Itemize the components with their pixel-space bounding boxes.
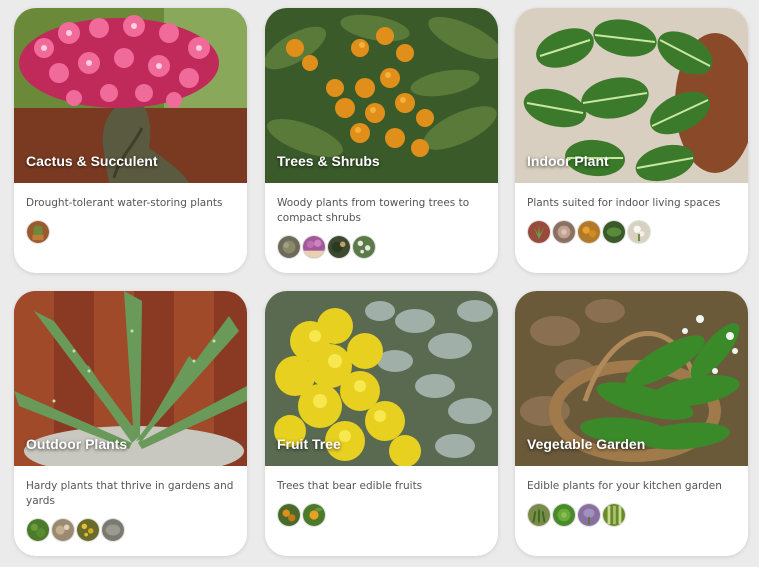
- white-flower-shrub-thumbnail[interactable]: [352, 235, 376, 259]
- seedlings-thumbnail[interactable]: [527, 503, 551, 527]
- citrus-thumbnail[interactable]: [302, 503, 326, 527]
- cactus-pot-thumbnail[interactable]: [26, 220, 50, 244]
- category-title: Fruit Tree: [277, 436, 341, 452]
- leafy-plant-thumbnail[interactable]: [602, 220, 626, 244]
- category-description: Edible plants for your kitchen garden: [527, 480, 722, 492]
- category-title: Trees & Shrubs: [277, 153, 380, 169]
- marigold-thumbnail[interactable]: [577, 220, 601, 244]
- loquat-tree-photo: Trees & Shrubs: [265, 8, 498, 183]
- thumbnail-list: [277, 235, 486, 259]
- category-card-outdoor-plants[interactable]: Outdoor Plants Hardy plants that thrive …: [14, 291, 247, 556]
- category-card-vegetable-garden[interactable]: Vegetable Garden Edible plants for your …: [515, 291, 748, 556]
- category-card-trees-shrubs[interactable]: Trees & Shrubs Woody plants from towerin…: [265, 8, 498, 273]
- white-orchid-thumbnail[interactable]: [627, 220, 651, 244]
- category-description: Plants suited for indoor living spaces: [527, 197, 721, 209]
- calathea-photo: Indoor Plant: [515, 8, 748, 183]
- thumbnail-list: [527, 220, 736, 244]
- heather-thumbnail[interactable]: [302, 235, 326, 259]
- shrub-thumbnail[interactable]: [277, 235, 301, 259]
- category-title: Cactus & Succulent: [26, 153, 158, 169]
- acacia-blossom-photo: Fruit Tree: [265, 291, 498, 466]
- category-title: Indoor Plant: [527, 153, 609, 169]
- leek-thumbnail[interactable]: [602, 503, 626, 527]
- lettuce-thumbnail[interactable]: [552, 503, 576, 527]
- thumbnail-list: [527, 503, 736, 527]
- thumbnail-list: [26, 220, 235, 244]
- lavender-thumbnail[interactable]: [577, 503, 601, 527]
- thumbnail-list: [26, 518, 235, 542]
- grey-foliage-thumbnail[interactable]: [101, 518, 125, 542]
- category-title: Outdoor Plants: [26, 436, 128, 452]
- category-title: Vegetable Garden: [527, 436, 646, 452]
- aloe-thumbnail[interactable]: [527, 220, 551, 244]
- wild-garlic-basket-photo: Vegetable Garden: [515, 291, 748, 466]
- category-card-fruit-tree[interactable]: Fruit Tree Trees that bear edible fruits: [265, 291, 498, 556]
- category-description: Woody plants from towering trees to comp…: [277, 197, 470, 224]
- category-card-cactus-succulent[interactable]: Cactus & Succulent Drought-tolerant wate…: [14, 8, 247, 273]
- category-description: Hardy plants that thrive in gardens and …: [26, 480, 234, 507]
- category-description: Trees that bear edible fruits: [277, 480, 423, 492]
- succulent-rosette-thumbnail[interactable]: [552, 220, 576, 244]
- thumbnail-list: [277, 503, 486, 527]
- fruit-branch-thumbnail[interactable]: [277, 503, 301, 527]
- evergreen-thumbnail[interactable]: [327, 235, 351, 259]
- desert-rose-photo: Cactus & Succulent: [14, 8, 247, 183]
- aloe-vera-photo: Outdoor Plants: [14, 291, 247, 466]
- yellow-blooms-thumbnail[interactable]: [76, 518, 100, 542]
- category-card-indoor-plant[interactable]: Indoor Plant Plants suited for indoor li…: [515, 8, 748, 273]
- category-description: Drought-tolerant water-storing plants: [26, 197, 223, 209]
- groundcover-thumbnail[interactable]: [26, 518, 50, 542]
- rock-garden-thumbnail[interactable]: [51, 518, 75, 542]
